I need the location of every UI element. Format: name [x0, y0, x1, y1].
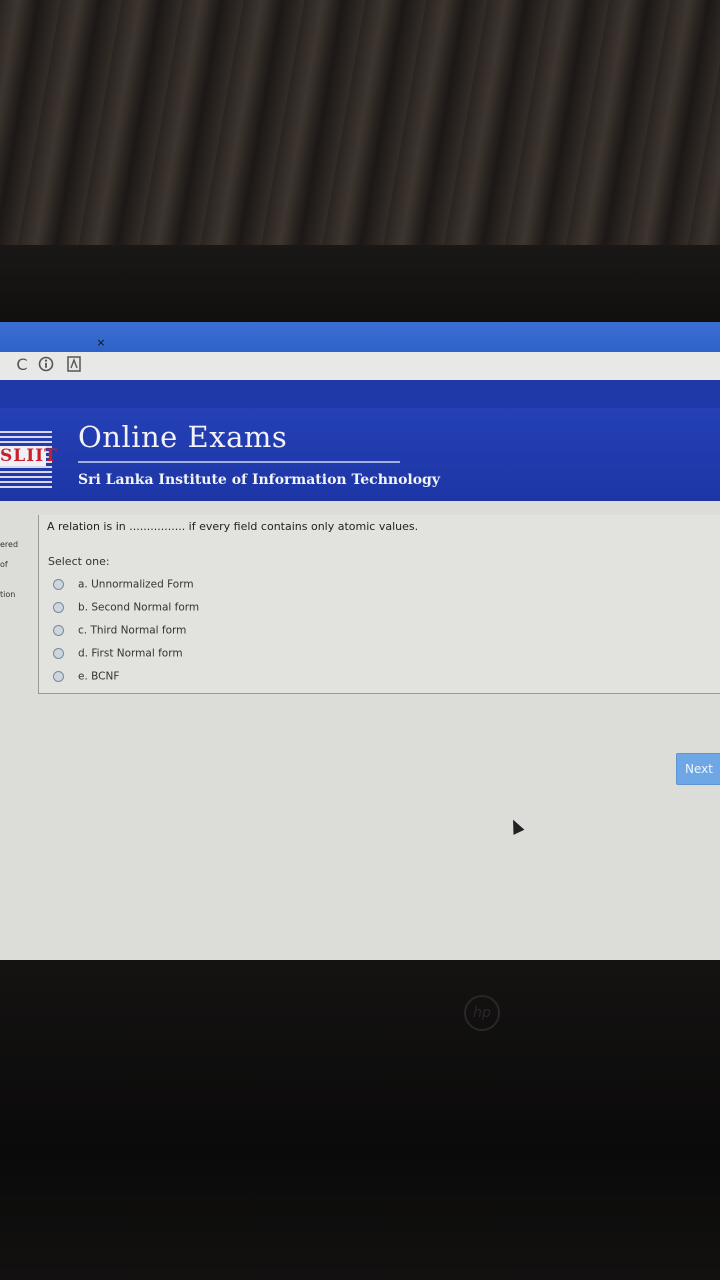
background-photo [0, 0, 720, 270]
header-band [0, 380, 720, 408]
radio-button[interactable] [53, 579, 64, 590]
sidebar-fragment: of [0, 560, 8, 569]
institute-name: Sri Lanka Institute of Information Techn… [78, 472, 440, 488]
refresh-icon[interactable]: C [14, 356, 30, 374]
sidebar-fragment: ered [0, 540, 19, 549]
radio-button[interactable] [53, 648, 64, 659]
page-title: Online Exams [78, 420, 288, 454]
answer-option-e[interactable]: e. BCNF [53, 666, 119, 683]
tab-strip: × [0, 322, 720, 352]
mouse-cursor-icon [507, 817, 525, 835]
info-icon[interactable] [38, 356, 54, 374]
answer-option-d[interactable]: d. First Normal form [53, 643, 183, 660]
radio-button[interactable] [53, 625, 64, 636]
hp-logo-icon: hp [464, 995, 500, 1031]
extension-icon[interactable] [66, 356, 82, 374]
answer-option-b[interactable]: b. Second Normal form [53, 597, 199, 614]
title-divider [78, 461, 400, 463]
browser-screen: × C SLIIT Online Exams Sri Lanka Institu… [0, 322, 720, 970]
laptop-bezel-bottom [0, 960, 720, 1280]
select-prompt: Select one: [48, 555, 110, 568]
answer-option-a[interactable]: a. Unnormalized Form [53, 574, 194, 591]
radio-button[interactable] [53, 602, 64, 613]
browser-toolbar [0, 352, 720, 381]
question-panel: A relation is in ................ if eve… [38, 515, 720, 694]
sliit-logo: SLIIT [0, 428, 57, 488]
site-header: SLIIT Online Exams Sri Lanka Institute o… [0, 408, 720, 501]
sidebar-fragment: tion [0, 590, 16, 599]
answer-option-c[interactable]: c. Third Normal form [53, 620, 186, 637]
tab-close-icon[interactable]: × [96, 337, 106, 348]
question-text: A relation is in ................ if eve… [47, 520, 419, 533]
radio-button[interactable] [53, 671, 64, 682]
next-button[interactable]: Next [676, 753, 720, 785]
